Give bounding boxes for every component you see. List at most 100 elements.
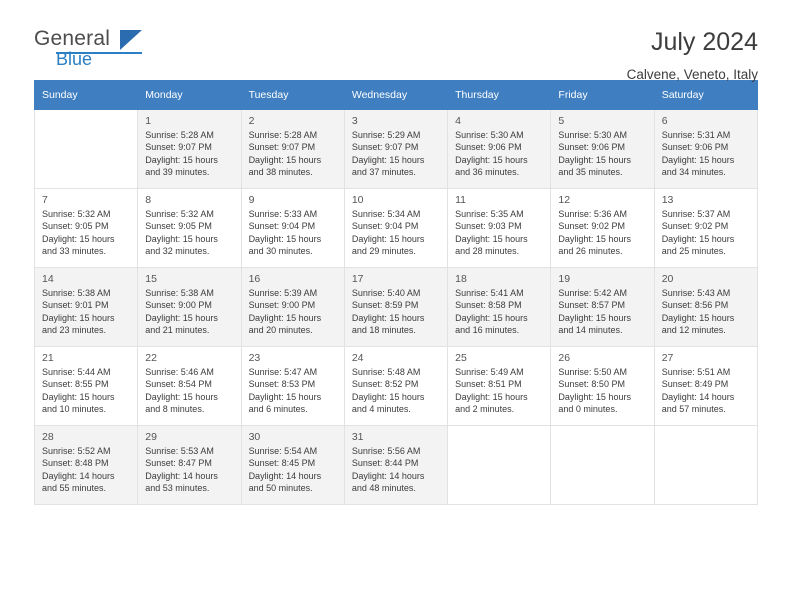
day-detail-line: Sunset: 9:00 PM — [248, 300, 316, 311]
day-details: Sunrise: 5:33 AM Sunset: 9:04 PM Daylight:… — [242, 208, 344, 258]
day-detail-line: Sunrise: 5:41 AM — [455, 288, 524, 298]
day-number: 18 — [455, 273, 467, 285]
day-details: Sunrise: 5:30 AM Sunset: 9:06 PM Daylight:… — [551, 129, 653, 179]
day-detail-line: Sunrise: 5:28 AM — [145, 130, 214, 140]
page-title: July 2024 — [650, 28, 758, 56]
day-detail-line: Sunset: 9:06 PM — [455, 142, 522, 153]
calendar-day-cell: 22 Sunrise: 5:46 AM Sunset: 8:54 PM Dayligh… — [137, 346, 242, 426]
day-number: 16 — [248, 273, 261, 285]
day-detail-line: Sunrise: 5:33 AM — [248, 209, 318, 219]
day-detail-line: and 10 minutes. — [42, 404, 107, 415]
day-number: 8 — [145, 194, 152, 206]
day-number: 24 — [351, 352, 364, 364]
day-details: Sunrise: 5:51 AM Sunset: 8:49 PM Daylight:… — [655, 366, 757, 416]
day-details: Sunrise: 5:34 AM Sunset: 9:04 PM Daylight:… — [345, 208, 447, 258]
column-header-saturday: Saturday — [653, 80, 759, 110]
day-detail-line: Sunset: 8:59 PM — [351, 300, 419, 311]
calendar-day-cell: 1 Sunrise: 5:28 AM Sunset: 9:07 PM Daylight… — [137, 109, 242, 189]
day-details: Sunrise: 5:43 AM Sunset: 8:56 PM Daylight:… — [655, 287, 757, 337]
calendar-day-cell: 21 Sunrise: 5:44 AM Sunset: 8:55 PM Dayligh… — [33, 346, 139, 426]
day-detail-line: Daylight: 15 hours — [661, 312, 735, 323]
day-detail-line: and 2 minutes. — [455, 404, 515, 415]
day-detail-line: Daylight: 15 hours — [248, 233, 322, 244]
calendar-day-cell: 20 Sunrise: 5:43 AM Sunset: 8:56 PM Dayligh… — [653, 267, 759, 347]
day-number: 26 — [558, 352, 571, 364]
day-detail-line: Daylight: 14 hours — [351, 470, 425, 481]
day-detail-line: and 38 minutes. — [248, 167, 313, 178]
day-detail-line: Sunset: 9:06 PM — [558, 142, 625, 153]
day-number: 3 — [351, 115, 358, 127]
day-number: 13 — [661, 194, 674, 206]
calendar-day-cell: 15 Sunrise: 5:38 AM Sunset: 9:00 PM Dayligh… — [137, 267, 242, 347]
calendar-cell-empty — [550, 425, 655, 505]
calendar-day-cell: 29 Sunrise: 5:53 AM Sunset: 8:47 PM Dayligh… — [137, 425, 242, 505]
day-detail-line: Sunset: 9:05 PM — [42, 221, 109, 232]
calendar-day-cell: 5 Sunrise: 5:30 AM Sunset: 9:06 PM Daylight… — [550, 109, 655, 189]
day-detail-line: Sunset: 9:04 PM — [351, 221, 419, 232]
day-number: 17 — [351, 273, 364, 285]
day-detail-line: Daylight: 15 hours — [145, 391, 218, 402]
day-detail-line: Sunrise: 5:46 AM — [145, 367, 214, 377]
calendar-body: 1 Sunrise: 5:28 AM Sunset: 9:07 PM Daylight… — [33, 109, 759, 505]
day-detail-line: and 20 minutes. — [248, 325, 313, 336]
calendar-day-cell: 24 Sunrise: 5:48 AM Sunset: 8:52 PM Dayligh… — [343, 346, 449, 426]
day-detail-line: Daylight: 15 hours — [661, 233, 735, 244]
day-detail-line: Sunset: 9:07 PM — [248, 142, 316, 153]
calendar-week-row: 28 Sunrise: 5:52 AM Sunset: 8:48 PM Dayligh… — [33, 425, 759, 505]
day-detail-line: Sunrise: 5:56 AM — [351, 446, 421, 456]
day-detail-line: Daylight: 15 hours — [145, 312, 218, 323]
day-number: 22 — [145, 352, 157, 364]
day-detail-line: Sunrise: 5:42 AM — [558, 288, 627, 298]
calendar-day-cell: 10 Sunrise: 5:34 AM Sunset: 9:04 PM Dayligh… — [343, 188, 449, 268]
day-detail-line: Daylight: 15 hours — [455, 312, 528, 323]
day-detail-line: Daylight: 14 hours — [661, 391, 735, 402]
day-detail-line: and 39 minutes. — [145, 167, 210, 178]
day-detail-line: Sunrise: 5:32 AM — [145, 209, 214, 219]
day-detail-line: Sunset: 8:57 PM — [558, 300, 625, 311]
day-number: 11 — [455, 194, 467, 206]
calendar-page: General Blue July 2024 Calvene, Veneto, … — [0, 0, 792, 612]
page-header: General Blue July 2024 Calvene, Veneto, … — [34, 0, 758, 83]
column-header-wednesday: Wednesday — [343, 80, 449, 110]
day-detail-line: Sunrise: 5:28 AM — [248, 130, 318, 140]
day-detail-line: Sunset: 8:54 PM — [145, 379, 212, 390]
day-detail-line: and 23 minutes. — [42, 325, 107, 336]
day-detail-line: and 30 minutes. — [248, 246, 313, 257]
day-details: Sunrise: 5:48 AM Sunset: 8:52 PM Daylight:… — [345, 366, 447, 416]
calendar-day-cell: 3 Sunrise: 5:29 AM Sunset: 9:07 PM Daylight… — [343, 109, 449, 189]
day-details: Sunrise: 5:38 AM Sunset: 9:00 PM Daylight:… — [138, 287, 240, 337]
day-details: Sunrise: 5:49 AM Sunset: 8:51 PM Daylight:… — [448, 366, 550, 416]
day-details: Sunrise: 5:40 AM Sunset: 8:59 PM Daylight:… — [345, 287, 447, 337]
day-detail-line: Sunset: 8:58 PM — [455, 300, 522, 311]
day-detail-line: Sunrise: 5:40 AM — [351, 288, 421, 298]
day-detail-line: Sunrise: 5:53 AM — [145, 446, 214, 456]
day-detail-line: Sunset: 9:02 PM — [661, 221, 729, 232]
calendar-day-cell: 28 Sunrise: 5:52 AM Sunset: 8:48 PM Dayligh… — [33, 425, 139, 505]
calendar-day-cell: 26 Sunrise: 5:50 AM Sunset: 8:50 PM Dayligh… — [550, 346, 655, 426]
logo-general-text: General — [34, 27, 111, 50]
day-detail-line: Sunset: 8:50 PM — [558, 379, 625, 390]
day-detail-line: and 33 minutes. — [42, 246, 107, 257]
calendar-week-row: 1 Sunrise: 5:28 AM Sunset: 9:07 PM Daylight… — [33, 109, 759, 189]
calendar-day-cell: 6 Sunrise: 5:31 AM Sunset: 9:06 PM Daylight… — [653, 109, 759, 189]
title-block: July 2024 Calvene, Veneto, Italy — [627, 28, 758, 82]
day-detail-line: and 48 minutes. — [351, 483, 416, 494]
day-number: 14 — [42, 273, 54, 285]
calendar-day-cell: 31 Sunrise: 5:56 AM Sunset: 8:44 PM Dayligh… — [343, 425, 449, 505]
column-header-monday: Monday — [137, 80, 242, 110]
day-detail-line: Sunrise: 5:51 AM — [661, 367, 731, 377]
day-number: 21 — [42, 352, 54, 364]
day-detail-line: and 16 minutes. — [455, 325, 520, 336]
day-detail-line: and 35 minutes. — [558, 167, 623, 178]
day-details: Sunrise: 5:52 AM Sunset: 8:48 PM Daylight:… — [35, 445, 137, 495]
day-details: Sunrise: 5:28 AM Sunset: 9:07 PM Daylight:… — [138, 129, 240, 179]
day-detail-line: Sunrise: 5:52 AM — [42, 446, 111, 456]
day-number: 25 — [455, 352, 467, 364]
day-detail-line: Sunrise: 5:36 AM — [558, 209, 627, 219]
day-detail-line: Sunset: 8:51 PM — [455, 379, 522, 390]
day-detail-line: Daylight: 15 hours — [248, 391, 322, 402]
day-detail-line: Daylight: 15 hours — [558, 391, 631, 402]
calendar-day-cell: 8 Sunrise: 5:32 AM Sunset: 9:05 PM Daylight… — [137, 188, 242, 268]
day-detail-line: Sunset: 9:07 PM — [145, 142, 212, 153]
day-details: Sunrise: 5:31 AM Sunset: 9:06 PM Daylight:… — [655, 129, 757, 179]
